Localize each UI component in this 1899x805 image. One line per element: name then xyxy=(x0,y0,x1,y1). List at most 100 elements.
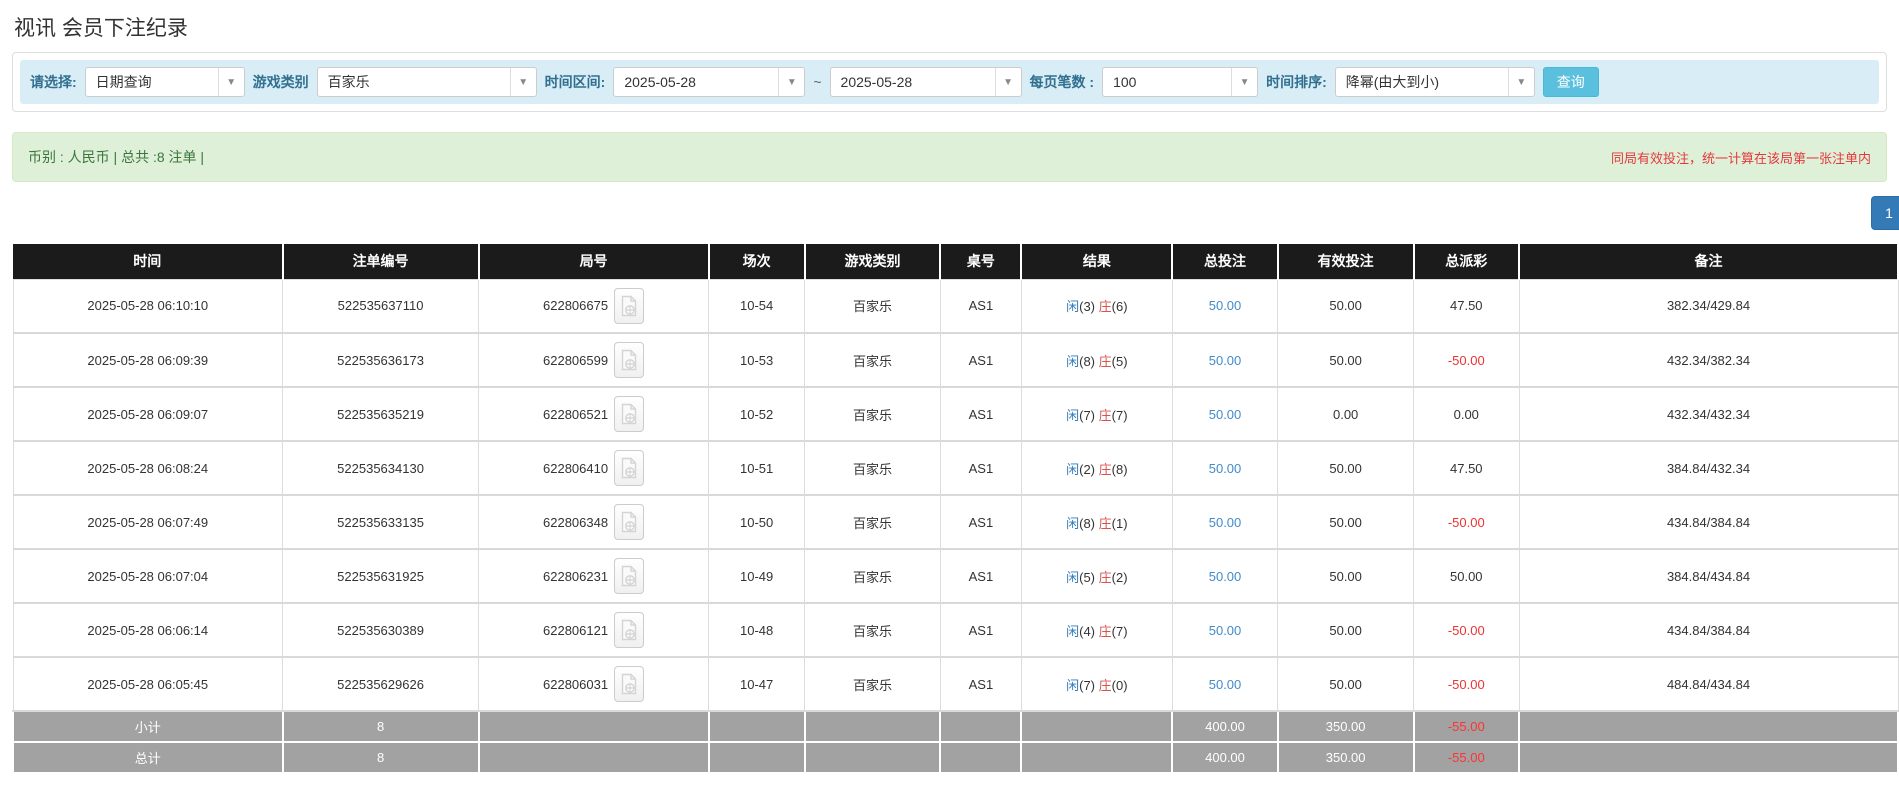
query-type-label: 请选择: xyxy=(30,74,77,90)
result-player-label: 闲 xyxy=(1066,569,1080,585)
video-file-icon xyxy=(621,403,637,425)
result-banker-label: 庄 xyxy=(1098,407,1112,423)
remark-cell: 384.84/434.84 xyxy=(1518,549,1899,604)
remark-cell: 434.84/384.84 xyxy=(1518,603,1899,658)
total-bet-link[interactable]: 50.00 xyxy=(1209,515,1242,530)
table-number-cell: AS1 xyxy=(939,441,1022,496)
video-playback-button[interactable] xyxy=(614,612,645,648)
game-type-cell: 百家乐 xyxy=(804,603,941,658)
bet-time-cell: 2025-05-28 06:05:45 xyxy=(12,657,284,712)
session-cell: 10-54 xyxy=(708,278,806,334)
result-banker-label: 庄 xyxy=(1098,515,1112,531)
result-banker-score: (6) xyxy=(1111,299,1128,315)
total-row-payout: -55.00 xyxy=(1412,741,1521,774)
empty-cell xyxy=(803,710,942,743)
payout-cell: -50.00 xyxy=(1413,657,1520,712)
round-id-wrap: 622806231 xyxy=(543,558,645,594)
subtotal-row: 小计 8 400.00 350.00 -55.00 xyxy=(12,710,1899,743)
payout-value: -50.00 xyxy=(1447,622,1485,638)
table-header-row: 时间 注单编号 局号 场次 游戏类别 桌号 结果 总投注 有效投注 总派彩 备注 xyxy=(13,244,1899,279)
subtotal-row-valid-bet: 350.00 xyxy=(1276,710,1415,743)
date-range-label: 时间区间: xyxy=(544,74,606,90)
total-bet-link[interactable]: 50.00 xyxy=(1209,353,1242,368)
game-type-cell: 百家乐 xyxy=(804,549,941,604)
result-player-score: (3) xyxy=(1079,299,1096,315)
game-type-select[interactable]: 百家乐 ▼ xyxy=(316,67,537,97)
column-header: 注单编号 xyxy=(281,244,480,279)
total-row-count: 8 xyxy=(281,741,480,774)
chevron-down-icon: ▼ xyxy=(778,68,804,96)
result-banker-score: (7) xyxy=(1111,623,1128,639)
round-id-cell: 622806121 xyxy=(478,603,710,658)
chevron-down-icon: ▼ xyxy=(994,68,1021,96)
filter-bar: 请选择: 日期查询 ▼ 游戏类别 百家乐 ▼ 时间区间: 2025-05-28 … xyxy=(20,60,1879,104)
payout-value: 47.50 xyxy=(1450,298,1483,314)
search-button[interactable]: 查询 xyxy=(1542,67,1599,97)
result-player-label: 闲 xyxy=(1066,623,1080,639)
result-player-score: (8) xyxy=(1079,353,1096,369)
payout-cell: 47.50 xyxy=(1413,278,1520,334)
total-bet-cell: 50.00 xyxy=(1171,278,1279,334)
bet-time-cell: 2025-05-28 06:08:24 xyxy=(12,441,284,496)
video-playback-button[interactable] xyxy=(614,450,645,486)
date-to-select[interactable]: 2025-05-28 ▼ xyxy=(829,67,1022,97)
remark-cell: 484.84/434.84 xyxy=(1518,657,1899,712)
total-bet-link[interactable]: 50.00 xyxy=(1209,298,1242,313)
video-playback-button[interactable] xyxy=(614,666,645,702)
page-size-value: 100 xyxy=(1113,74,1137,90)
result-cell: 闲(3) 庄(6) xyxy=(1020,278,1173,334)
column-header: 备注 xyxy=(1518,244,1899,279)
game-type-cell: 百家乐 xyxy=(804,441,941,496)
round-id-wrap: 622806599 xyxy=(543,342,645,378)
valid-bet-cell: 0.00 xyxy=(1277,387,1414,442)
video-file-icon xyxy=(621,349,637,371)
total-bet-link[interactable]: 50.00 xyxy=(1209,461,1242,476)
result-banker-label: 庄 xyxy=(1098,623,1112,639)
betting-records-table: 时间 注单编号 局号 场次 游戏类别 桌号 结果 总投注 有效投注 总派彩 备注 2025-05-2… xyxy=(12,244,1899,774)
bet-time-cell: 2025-05-28 06:06:14 xyxy=(12,603,284,658)
empty-cell xyxy=(803,741,942,774)
round-id-value: 622806031 xyxy=(543,676,609,692)
session-cell: 10-50 xyxy=(708,495,806,550)
date-from-select[interactable]: 2025-05-28 ▼ xyxy=(613,67,806,97)
remark-cell: 384.84/432.34 xyxy=(1518,441,1899,496)
round-id-value: 622806121 xyxy=(543,622,609,638)
bet-id-cell: 522535633135 xyxy=(282,495,480,550)
video-playback-button[interactable] xyxy=(614,396,645,432)
bet-id-cell: 522535636173 xyxy=(282,333,480,388)
video-file-icon xyxy=(621,457,637,479)
time-sort-value: 降幂(由大到小) xyxy=(1345,74,1440,90)
column-header: 桌号 xyxy=(939,244,1023,279)
total-row-valid-bet: 350.00 xyxy=(1276,741,1415,774)
column-header: 总投注 xyxy=(1171,244,1279,279)
total-bet-link[interactable]: 50.00 xyxy=(1209,569,1242,584)
table-number-cell: AS1 xyxy=(939,495,1022,550)
round-id-cell: 622806675 xyxy=(478,278,710,334)
total-row-total-bet: 400.00 xyxy=(1171,741,1279,774)
table-row: 2025-05-28 06:09:39 522535636173 622806599… xyxy=(12,333,1899,388)
result-banker-label: 庄 xyxy=(1098,353,1112,369)
page-1-button[interactable]: 1 xyxy=(1871,196,1899,230)
query-type-select[interactable]: 日期查询 ▼ xyxy=(84,67,245,97)
total-bet-link[interactable]: 50.00 xyxy=(1209,677,1242,692)
empty-cell xyxy=(1020,741,1174,774)
total-bet-link[interactable]: 50.00 xyxy=(1209,407,1242,422)
empty-cell xyxy=(477,710,710,743)
video-playback-button[interactable] xyxy=(614,287,645,324)
result-banker-label: 庄 xyxy=(1098,677,1112,693)
video-playback-button[interactable] xyxy=(614,504,645,540)
valid-bet-cell: 50.00 xyxy=(1277,549,1414,604)
bet-id-cell: 522535634130 xyxy=(282,441,480,496)
game-type-cell: 百家乐 xyxy=(804,495,941,550)
column-header: 游戏类别 xyxy=(803,244,942,279)
column-header: 有效投注 xyxy=(1276,244,1415,279)
total-bet-link[interactable]: 50.00 xyxy=(1209,623,1242,638)
time-sort-select[interactable]: 降幂(由大到小) ▼ xyxy=(1334,67,1535,97)
video-playback-button[interactable] xyxy=(614,558,645,594)
round-id-wrap: 622806121 xyxy=(543,612,645,648)
game-type-cell: 百家乐 xyxy=(804,657,941,712)
page-size-select[interactable]: 100 ▼ xyxy=(1102,67,1259,97)
payout-cell: 47.50 xyxy=(1413,441,1520,496)
video-playback-button[interactable] xyxy=(614,342,645,378)
result-player-label: 闲 xyxy=(1066,299,1080,315)
